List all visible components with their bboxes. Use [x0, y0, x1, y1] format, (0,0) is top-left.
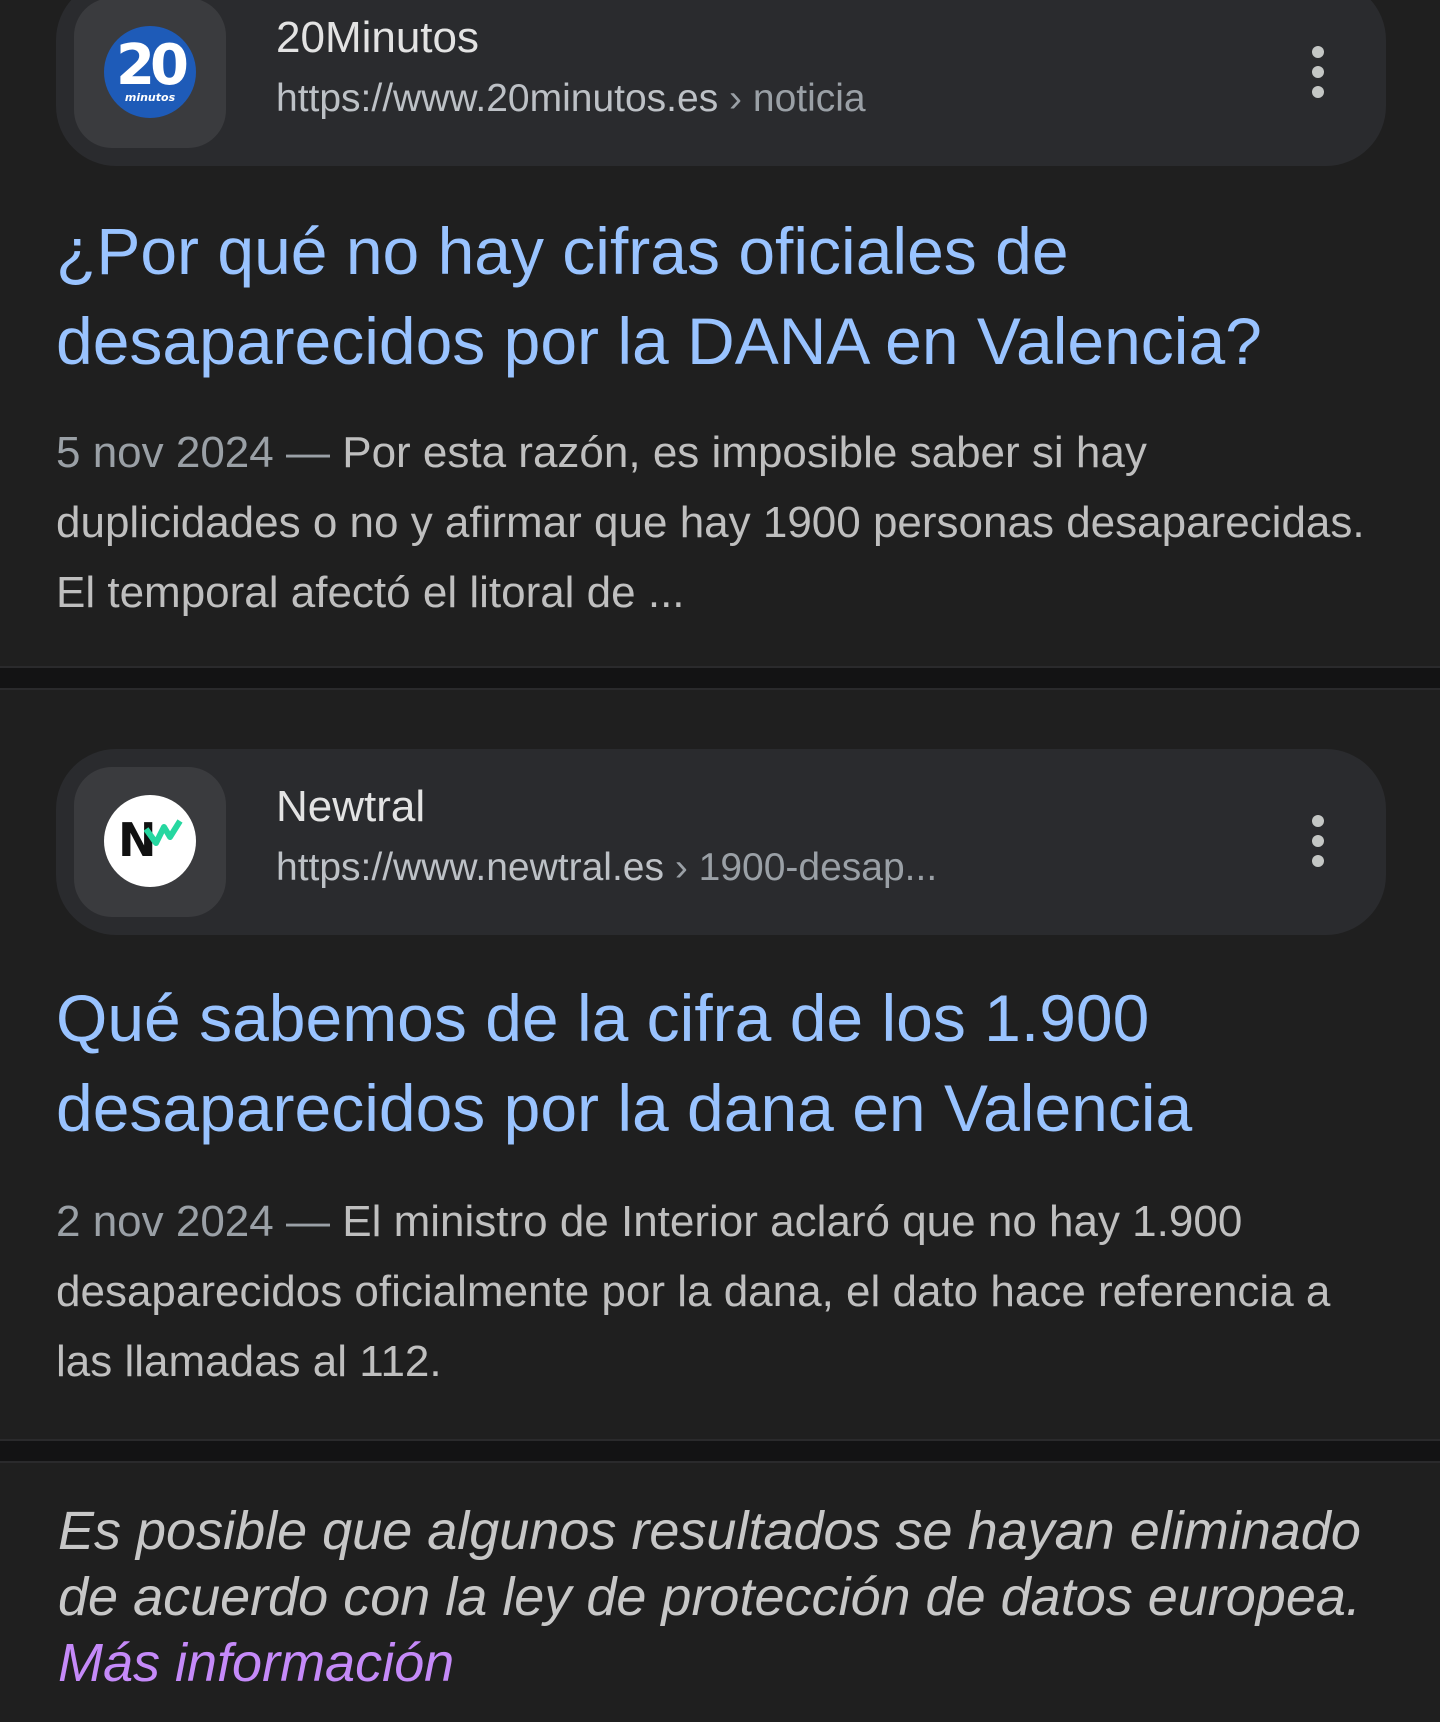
notice-text: Es posible que algunos resultados se hay…: [58, 1501, 1361, 1627]
data-protection-notice: Es posible que algunos resultados se hay…: [58, 1498, 1418, 1696]
result-date: 5 nov 2024: [56, 428, 274, 477]
more-vert-icon[interactable]: [1308, 811, 1328, 875]
site-name: Newtral: [276, 782, 426, 831]
url-path: 1900-desap...: [698, 846, 938, 889]
site-name: 20Minutos: [276, 13, 480, 62]
search-result-20minutos: 20 minutos 20Minutos https://www.20minut…: [0, 0, 1440, 666]
favicon-container: N: [74, 767, 226, 917]
source-header[interactable]: 20 minutos 20Minutos https://www.20minut…: [56, 0, 1386, 166]
more-info-link[interactable]: Más información: [58, 1633, 454, 1693]
more-vert-icon[interactable]: [1308, 42, 1328, 106]
result-snippet: 5 nov 2024 — Por esta razón, es imposibl…: [56, 428, 1365, 617]
url-separator: ›: [729, 77, 743, 120]
result-date: 2 nov 2024: [56, 1197, 274, 1246]
favicon-container: 20 minutos: [74, 0, 226, 148]
url-domain: https://www.newtral.es: [276, 846, 664, 889]
url-path: noticia: [752, 77, 866, 120]
newtral-check-icon: [144, 819, 183, 846]
url-separator: ›: [674, 846, 688, 889]
site-url: https://www.newtral.es › 1900-desap...: [276, 843, 937, 893]
result-snippet: 2 nov 2024 — El ministro de Interior acl…: [56, 1197, 1331, 1386]
result-title-link[interactable]: ¿Por qué no hay cifras oficiales de desa…: [56, 206, 1396, 386]
source-header[interactable]: N Newtral https://www.newtral.es › 1900-…: [56, 749, 1386, 935]
newtral-logo-icon: N: [104, 795, 196, 887]
result-divider: [0, 1439, 1440, 1463]
result-title-link[interactable]: Qué sabemos de la cifra de los 1.900 des…: [56, 973, 1396, 1153]
result-divider: [0, 666, 1440, 690]
search-result-newtral: N Newtral https://www.newtral.es › 1900-…: [0, 690, 1440, 1439]
site-url: https://www.20minutos.es › noticia: [276, 74, 866, 124]
url-domain: https://www.20minutos.es: [276, 77, 719, 120]
20minutos-logo-icon: 20 minutos: [104, 26, 196, 118]
